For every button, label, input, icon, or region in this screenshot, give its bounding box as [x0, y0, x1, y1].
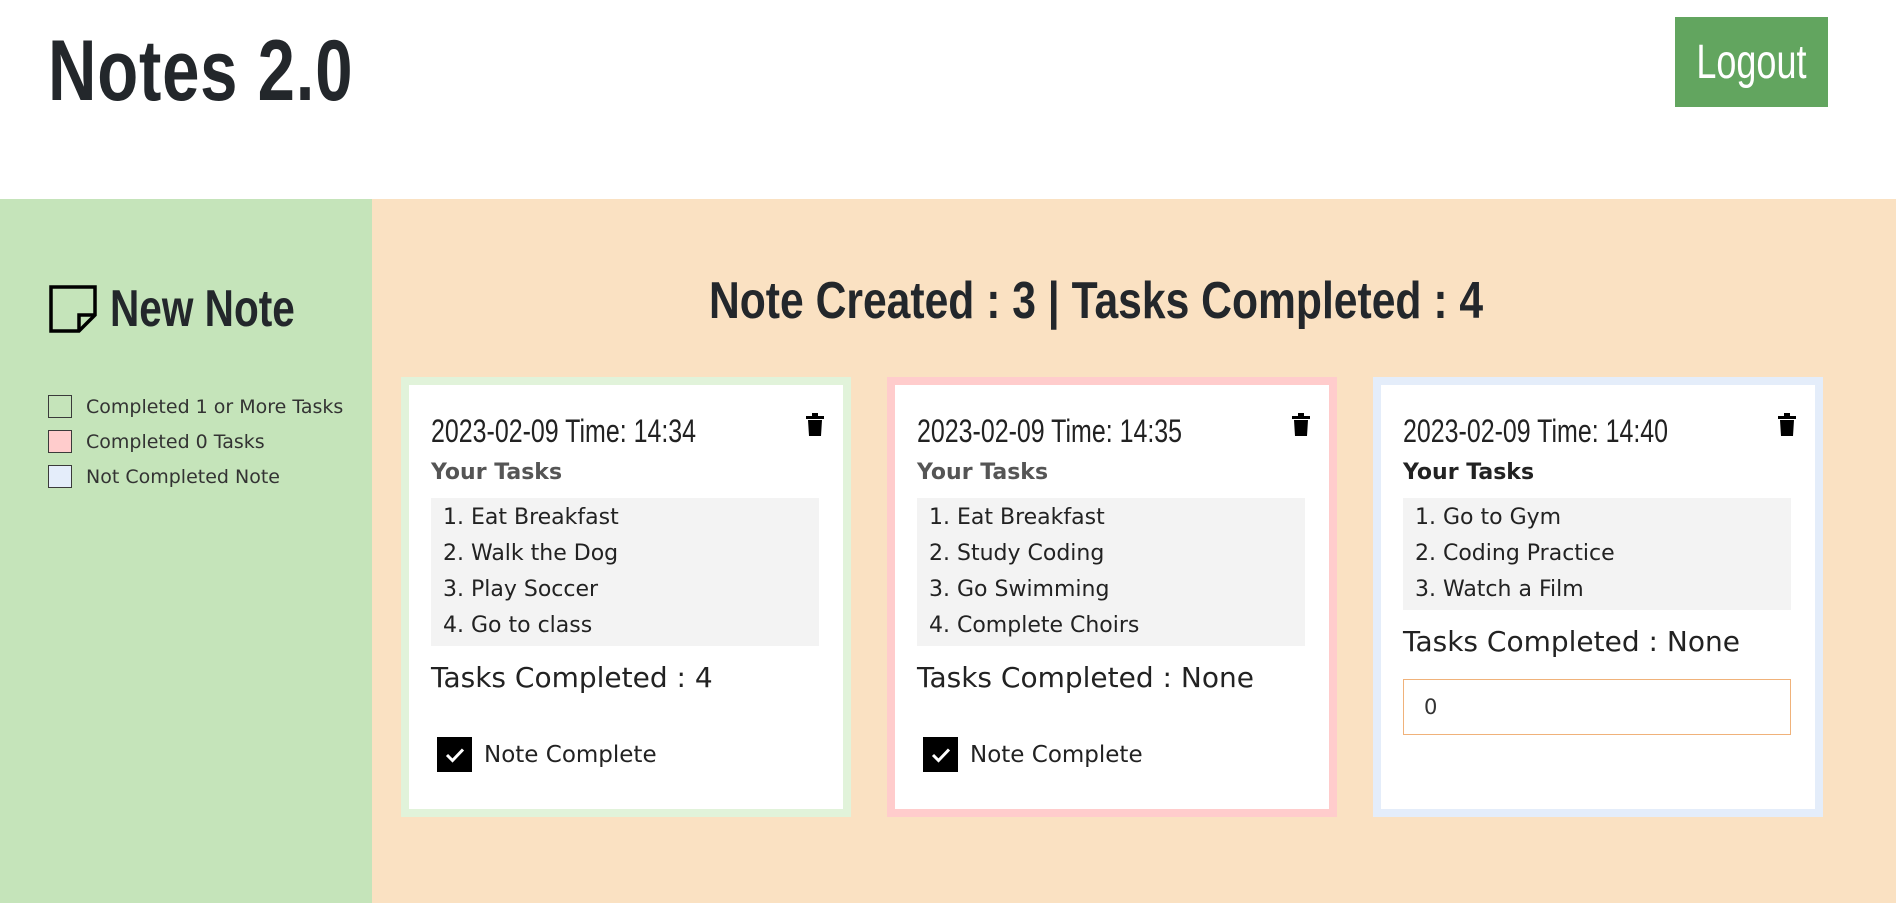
checkmark-icon [931, 747, 950, 763]
legend-swatch-pink [48, 430, 72, 453]
app-title: Notes 2.0 [48, 23, 354, 119]
tasks-completed-text: Tasks Completed : None [917, 661, 1254, 694]
task-list: 1. Go to Gym 2. Coding Practice 3. Watch… [1403, 498, 1791, 610]
tasks-completed-text: Tasks Completed : None [1403, 625, 1740, 658]
task-list: 1. Eat Breakfast 2. Walk the Dog 3. Play… [431, 498, 819, 646]
legend-swatch-blue [48, 465, 72, 488]
note-card: 2023-02-09 Time: 14:35 Your Tasks 1. Eat… [887, 377, 1337, 817]
note-card: 2023-02-09 Time: 14:40 Your Tasks 1. Go … [1373, 377, 1823, 817]
legend-swatch-green [48, 395, 72, 418]
legend: Completed 1 or More Tasks Completed 0 Ta… [48, 389, 343, 494]
task-item: 2. Study Coding [929, 541, 1105, 566]
summary-heading: Note Created : 3 | Tasks Completed : 4 [372, 271, 1821, 331]
new-note-label: New Note [110, 280, 295, 338]
task-item: 4. Go to class [443, 613, 593, 638]
legend-label: Completed 1 or More Tasks [86, 395, 344, 418]
task-item: 4. Complete Choirs [929, 613, 1140, 638]
note-complete-label: Note Complete [484, 741, 657, 768]
note-date: 2023-02-09 Time: 14:35 [917, 413, 1183, 449]
legend-item-zero-tasks: Completed 0 Tasks [48, 424, 343, 459]
tasks-completed-text: Tasks Completed : 4 [431, 661, 713, 694]
task-item: 3. Watch a Film [1415, 577, 1584, 602]
note-complete-row: Note Complete [923, 737, 1143, 772]
task-item: 2. Coding Practice [1415, 541, 1615, 566]
note-date: 2023-02-09 Time: 14:40 [1403, 413, 1669, 449]
tasks-label: Your Tasks [1403, 460, 1535, 485]
task-item: 1. Go to Gym [1415, 505, 1562, 530]
main-content: Note Created : 3 | Tasks Completed : 4 2… [372, 199, 1896, 903]
trash-icon[interactable] [1777, 413, 1797, 437]
task-item: 2. Walk the Dog [443, 541, 619, 566]
task-item: 3. Go Swimming [929, 577, 1110, 602]
header: Notes 2.0 Logout [0, 0, 1896, 199]
tasks-completed-input[interactable] [1403, 679, 1791, 735]
sticky-note-icon [49, 285, 97, 333]
note-complete-row: Note Complete [437, 737, 657, 772]
logout-button[interactable]: Logout [1675, 17, 1828, 107]
note-complete-checkbox[interactable] [437, 737, 472, 772]
task-item: 1. Eat Breakfast [929, 505, 1105, 530]
sidebar: New Note Completed 1 or More Tasks Compl… [0, 199, 372, 903]
legend-label: Completed 0 Tasks [86, 430, 265, 453]
note-date: 2023-02-09 Time: 14:34 [431, 413, 697, 449]
legend-item-not-completed: Not Completed Note [48, 459, 343, 494]
task-list: 1. Eat Breakfast 2. Study Coding 3. Go S… [917, 498, 1305, 646]
checkmark-icon [445, 747, 464, 763]
task-item: 3. Play Soccer [443, 577, 599, 602]
note-complete-label: Note Complete [970, 741, 1143, 768]
new-note-button[interactable]: New Note [48, 279, 347, 339]
note-card: 2023-02-09 Time: 14:34 Your Tasks 1. Eat… [401, 377, 851, 817]
trash-icon[interactable] [805, 413, 825, 437]
tasks-label: Your Tasks [431, 460, 563, 485]
tasks-label: Your Tasks [917, 460, 1049, 485]
trash-icon[interactable] [1291, 413, 1311, 437]
summary-text: Note Created : 3 | Tasks Completed : 4 [709, 272, 1484, 330]
note-complete-checkbox[interactable] [923, 737, 958, 772]
legend-label: Not Completed Note [86, 465, 280, 488]
legend-item-completed: Completed 1 or More Tasks [48, 389, 343, 424]
logout-label: Logout [1696, 35, 1807, 89]
task-item: 1. Eat Breakfast [443, 505, 619, 530]
